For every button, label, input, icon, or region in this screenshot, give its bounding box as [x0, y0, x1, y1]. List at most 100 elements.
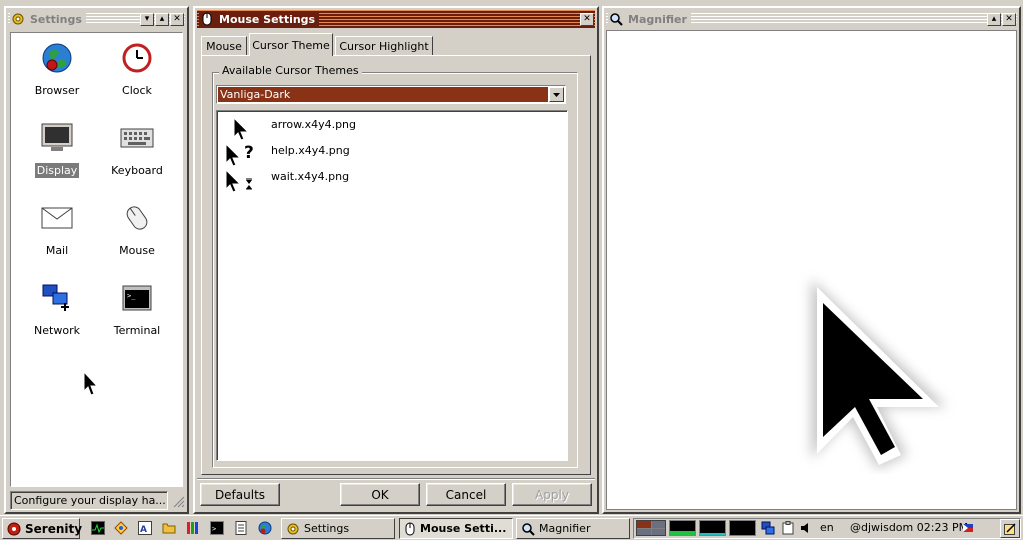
list-item[interactable]: wait.x4y4.png [225, 167, 547, 193]
app-network[interactable]: Network [17, 281, 97, 338]
mouse-icon [120, 201, 154, 235]
close-button[interactable]: ✕ [1002, 12, 1016, 26]
app-mail[interactable]: Mail [17, 201, 97, 258]
monitor-icon [40, 121, 74, 155]
svg-text:>: > [212, 525, 216, 533]
clock-icon [120, 41, 154, 75]
settings-app-grid: Browser Clock Display Keyboard Mail Mous… [10, 32, 183, 487]
maximize-button[interactable]: ▴ [155, 12, 169, 26]
gear-icon [10, 11, 26, 27]
settings-titlebar[interactable]: Settings ▾ ▴ ✕ [8, 10, 185, 28]
mouse-settings-title: Mouse Settings [215, 12, 320, 26]
maximize-button[interactable]: ▴ [987, 12, 1001, 26]
app-clock[interactable]: Clock [97, 41, 177, 98]
minimize-button[interactable]: ▾ [140, 12, 154, 26]
cancel-label: Cancel [445, 487, 487, 502]
keyboard-icon [120, 121, 154, 155]
app-terminal[interactable]: >_ Terminal [97, 281, 177, 338]
button-bar-divider [197, 478, 595, 480]
settings-window[interactable]: Settings ▾ ▴ ✕ Browser Clock Display Key… [4, 6, 189, 514]
gear-icon [286, 522, 300, 536]
close-button[interactable]: ✕ [580, 12, 594, 26]
clipboard-icon[interactable] [780, 520, 796, 536]
workspace-cell[interactable] [651, 521, 665, 528]
network-graph [729, 520, 756, 536]
theme-select[interactable]: Vanliga-Dark [216, 85, 566, 104]
app-browser[interactable]: Browser [17, 41, 97, 98]
list-item[interactable]: arrow.x4y4.png [227, 115, 547, 141]
keyboard-layout[interactable]: en [820, 521, 834, 534]
notifications-icon[interactable] [1000, 519, 1020, 538]
svg-text:>_: >_ [127, 292, 136, 300]
app-display[interactable]: Display [17, 121, 97, 178]
svg-text:?: ? [244, 143, 254, 163]
clock-text[interactable]: @djwisdom 02:23 PM [850, 521, 968, 534]
status-bar: Configure your display ha... [10, 491, 168, 510]
close-button[interactable]: ✕ [170, 12, 184, 26]
apply-label: Apply [535, 487, 569, 502]
font-editor-icon[interactable]: A [137, 520, 153, 536]
app-label: Mouse [119, 244, 155, 257]
terminal-icon[interactable]: > [209, 520, 225, 536]
settings-title: Settings [26, 12, 86, 26]
workspace-cell[interactable] [637, 521, 651, 528]
magnified-cursor-icon [797, 259, 957, 477]
tab-cursor-highlight[interactable]: Cursor Highlight [335, 36, 433, 56]
tab-cursor-theme[interactable]: Cursor Theme [249, 33, 333, 56]
selected-theme-text: Vanliga-Dark [220, 88, 291, 101]
app-label: Browser [34, 84, 80, 97]
volume-icon[interactable] [798, 520, 814, 536]
text-editor-icon[interactable] [185, 520, 201, 536]
defaults-label: Defaults [214, 487, 266, 502]
mouse-settings-window[interactable]: Mouse Settings ✕ Mouse Cursor Theme Curs… [193, 6, 599, 514]
ok-label: OK [371, 487, 389, 502]
app-label: Terminal [113, 324, 161, 337]
app-label: Display [34, 163, 80, 178]
task-label: Mouse Setti... [420, 522, 507, 535]
workspace-cell[interactable] [637, 528, 651, 535]
notepad-icon[interactable] [233, 520, 249, 536]
task-settings[interactable]: Settings [281, 518, 395, 539]
tab-mouse[interactable]: Mouse [201, 36, 247, 56]
paint-icon[interactable] [113, 520, 129, 536]
cursor-file-name: help.x4y4.png [271, 144, 350, 157]
mouse-settings-titlebar[interactable]: Mouse Settings ✕ [197, 10, 595, 28]
network-status-icon[interactable] [760, 520, 776, 536]
cursor-file-name: wait.x4y4.png [271, 170, 350, 183]
task-magnifier[interactable]: Magnifier [516, 518, 630, 539]
file-manager-icon[interactable] [161, 520, 177, 536]
flag-icon [963, 524, 973, 532]
resize-grip-icon[interactable] [171, 494, 185, 508]
wait-cursor-icon [225, 168, 259, 195]
globe-icon[interactable] [257, 520, 273, 536]
workspace-switcher[interactable] [636, 520, 666, 536]
app-label: Mail [45, 244, 69, 257]
app-label: Clock [122, 84, 152, 97]
tab-label: Cursor Theme [252, 38, 330, 52]
tab-label: Mouse [206, 40, 242, 53]
task-mouse-settings[interactable]: Mouse Setti... [399, 518, 513, 539]
magnifier-view [606, 30, 1017, 510]
help-cursor-icon: ? [225, 142, 259, 169]
chevron-down-icon[interactable] [549, 87, 564, 102]
cancel-button[interactable]: Cancel [426, 483, 506, 506]
terminal-icon: >_ [120, 281, 154, 315]
apply-button[interactable]: Apply [512, 483, 592, 506]
start-button[interactable]: Serenity [2, 518, 82, 539]
system-monitor-icon[interactable] [90, 520, 106, 536]
cursor-file-list[interactable]: arrow.x4y4.png ? help.x4y4.png wait.x4y4… [216, 110, 568, 461]
defaults-button[interactable]: Defaults [200, 483, 280, 506]
app-label: Network [34, 324, 80, 337]
magnifier-titlebar[interactable]: Magnifier ▴ ✕ [606, 10, 1017, 28]
envelope-icon [40, 201, 74, 235]
ok-button[interactable]: OK [340, 483, 420, 506]
workspace-cell[interactable] [651, 528, 665, 535]
cursor-file-name: arrow.x4y4.png [271, 118, 357, 131]
svg-text:A: A [140, 525, 147, 535]
app-mouse[interactable]: Mouse [97, 201, 177, 258]
app-keyboard[interactable]: Keyboard [97, 121, 177, 178]
globe-icon [40, 41, 74, 75]
magnifier-window[interactable]: Magnifier ▴ ✕ [602, 6, 1021, 514]
list-item[interactable]: ? help.x4y4.png [225, 141, 547, 167]
serenity-logo-icon [7, 522, 21, 536]
